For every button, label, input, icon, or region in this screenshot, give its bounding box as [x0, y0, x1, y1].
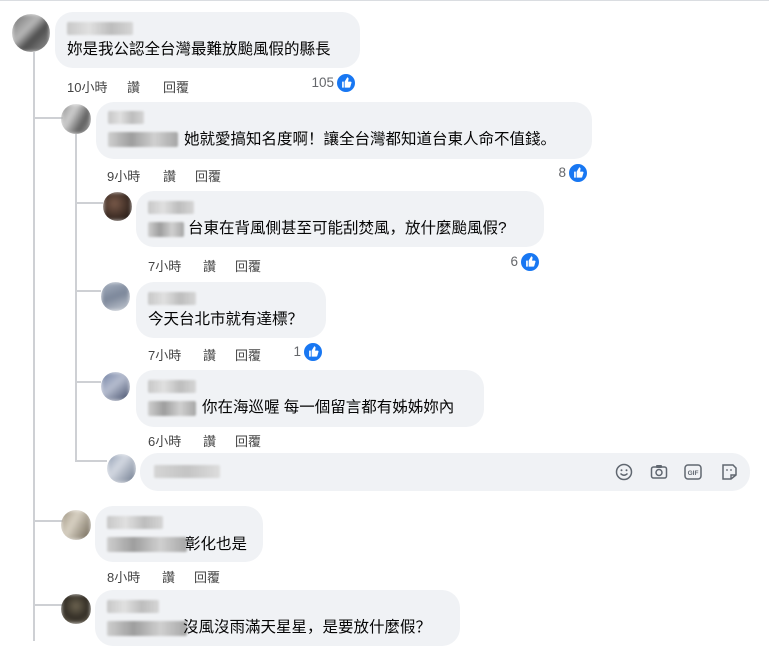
- thread-line: [33, 117, 63, 119]
- reply-link[interactable]: 回覆: [195, 166, 221, 185]
- comment-time[interactable]: 9小時: [107, 166, 140, 185]
- thread-line: [33, 52, 35, 641]
- mention-tag[interactable]: [108, 132, 178, 147]
- comment-text: 彰化也是: [185, 536, 248, 553]
- reply-link[interactable]: 回覆: [235, 431, 261, 450]
- like-link[interactable]: 讚: [127, 77, 140, 96]
- top-divider: [0, 0, 769, 1]
- thread-line: [33, 520, 63, 522]
- reply-link[interactable]: 回覆: [235, 256, 261, 275]
- comment-text: 沒風沒雨滿天星星，是要放什麼假？: [183, 619, 432, 636]
- comment-bubble: 彰化也是: [95, 506, 263, 562]
- reply-placeholder: [154, 465, 220, 478]
- comment-bubble: 沒風沒雨滿天星星，是要放什麼假？: [95, 590, 460, 646]
- mention-tag[interactable]: [148, 401, 196, 416]
- thumbs-up-icon: [568, 163, 588, 183]
- comment-meta: 8小時 讚 回覆: [107, 567, 307, 586]
- like-count[interactable]: 105: [300, 73, 356, 93]
- comment-meta: 9小時 讚 回覆: [107, 166, 307, 185]
- comment-bubble: 她就愛搞知名度啊！讓全台灣都知道台東人命不值錢。: [96, 102, 592, 159]
- commenter-name[interactable]: [107, 516, 163, 529]
- comment-text: 今天台北市就有達標？: [148, 311, 304, 328]
- mention-tag[interactable]: [107, 537, 187, 552]
- thumbs-up-icon: [336, 73, 356, 93]
- comment-bubble: 今天台北市就有達標？: [136, 282, 326, 338]
- like-link[interactable]: 讚: [203, 431, 216, 450]
- thumbs-up-icon: [303, 342, 323, 362]
- avatar[interactable]: [12, 14, 50, 52]
- thumbs-up-icon: [520, 252, 540, 272]
- commenter-name[interactable]: [148, 292, 196, 305]
- commenter-name[interactable]: [107, 600, 159, 613]
- like-link[interactable]: 讚: [163, 166, 176, 185]
- comment-text: 你在海巡喔 每一個留言都有姊姊妳內: [202, 399, 455, 416]
- comment-meta: 7小時 讚 回覆: [148, 256, 348, 275]
- camera-icon[interactable]: [650, 463, 668, 481]
- reply-input[interactable]: GIF: [140, 453, 750, 491]
- like-count[interactable]: 6: [500, 252, 540, 272]
- avatar[interactable]: [61, 104, 91, 134]
- mention-tag[interactable]: [107, 621, 187, 636]
- comment-text: 妳是我公認全台灣最難放颱風假的縣長: [67, 41, 331, 58]
- thread-line: [75, 134, 77, 462]
- avatar[interactable]: [61, 594, 91, 624]
- commenter-name[interactable]: [67, 22, 133, 35]
- comment-time[interactable]: 10小時: [67, 77, 107, 96]
- avatar[interactable]: [101, 372, 130, 401]
- like-link[interactable]: 讚: [203, 256, 216, 275]
- comment-bubble: 台東在背風側甚至可能刮焚風，放什麼颱風假?: [136, 191, 544, 247]
- comment-text: 她就愛搞知名度啊！讓全台灣都知道台東人命不值錢。: [184, 131, 557, 148]
- thread-line: [75, 202, 103, 204]
- reply-link[interactable]: 回覆: [163, 77, 189, 96]
- comment-bubble: 妳是我公認全台灣最難放颱風假的縣長: [55, 12, 360, 68]
- like-count[interactable]: 8: [548, 163, 588, 183]
- comment-text: 台東在背風側甚至可能刮焚風，放什麼颱風假?: [188, 220, 507, 237]
- comment-bubble: 你在海巡喔 每一個留言都有姊姊妳內: [136, 370, 484, 427]
- like-link[interactable]: 讚: [162, 567, 175, 586]
- reply-link[interactable]: 回覆: [235, 345, 261, 364]
- commenter-name[interactable]: [148, 380, 196, 393]
- gif-icon[interactable]: GIF: [684, 463, 702, 481]
- comment-time[interactable]: 8小時: [107, 567, 140, 586]
- avatar: [107, 454, 136, 483]
- comment-time[interactable]: 6小時: [148, 431, 181, 450]
- emoji-icon[interactable]: [615, 463, 633, 481]
- comment-time[interactable]: 7小時: [148, 345, 181, 364]
- commenter-name[interactable]: [108, 111, 144, 124]
- thread-line: [75, 381, 101, 383]
- reply-link[interactable]: 回覆: [194, 567, 220, 586]
- comment-meta: 6小時 讚 回覆: [148, 431, 348, 450]
- svg-text:GIF: GIF: [688, 470, 699, 477]
- like-link[interactable]: 讚: [203, 345, 216, 364]
- thread-line: [33, 604, 63, 606]
- thread-line: [75, 460, 107, 462]
- sticker-icon[interactable]: [720, 463, 738, 481]
- mention-tag[interactable]: [148, 222, 184, 237]
- avatar[interactable]: [103, 192, 132, 221]
- like-count[interactable]: 1: [283, 342, 323, 362]
- comment-meta: 10小時 讚 回覆: [67, 77, 267, 96]
- avatar[interactable]: [101, 282, 130, 311]
- commenter-name[interactable]: [148, 201, 194, 214]
- avatar[interactable]: [61, 510, 91, 540]
- comment-time[interactable]: 7小時: [148, 256, 181, 275]
- thread-line: [75, 290, 101, 292]
